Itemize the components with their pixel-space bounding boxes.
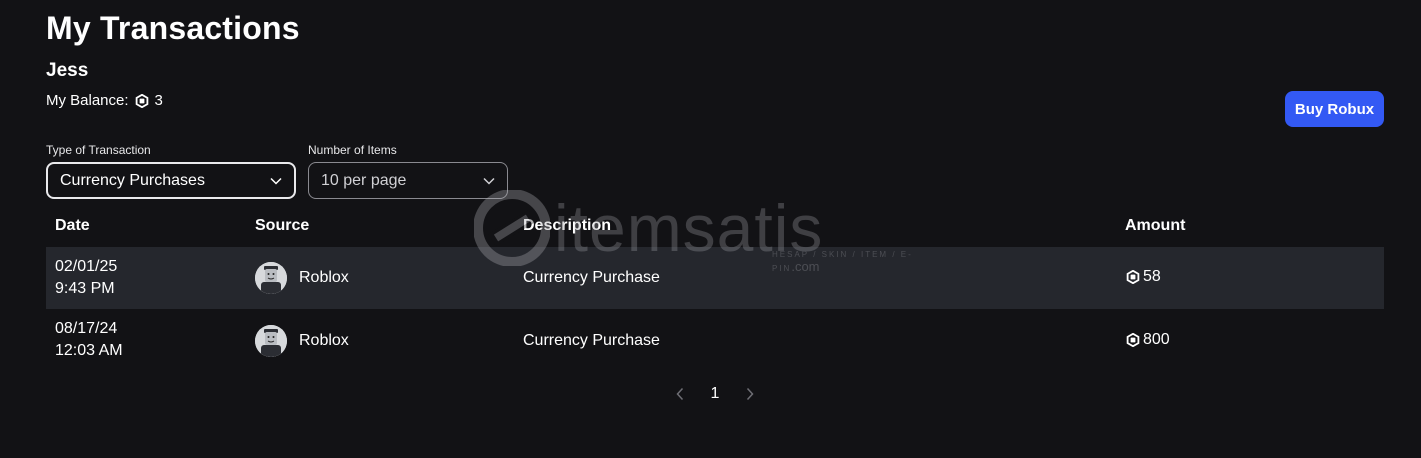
- time-text: 9:43 PM: [55, 280, 115, 297]
- amount-value: 800: [1143, 331, 1170, 348]
- date-text: 08/17/24: [55, 320, 118, 337]
- transactions-page: My Transactions Jess My Balance: 3 Buy R…: [0, 0, 1421, 458]
- avatar-figure-icon: [255, 262, 287, 294]
- balance: My Balance: 3: [46, 92, 163, 109]
- robux-icon: [135, 93, 148, 108]
- chevron-left-icon[interactable]: [675, 387, 685, 401]
- chevron-down-icon: [483, 177, 495, 185]
- time-text: 12:03 AM: [55, 342, 123, 359]
- description-cell: Currency Purchase: [523, 269, 660, 286]
- chevron-right-icon[interactable]: [745, 387, 755, 401]
- amount-value: 58: [1143, 268, 1161, 285]
- current-page[interactable]: 1: [711, 385, 720, 403]
- date-text: 02/01/25: [55, 258, 118, 275]
- column-header-amount: Amount: [1125, 217, 1186, 234]
- items-count-label: Number of Items: [308, 143, 397, 157]
- transaction-type-value: Currency Purchases: [60, 171, 205, 189]
- column-header-date: Date: [55, 217, 90, 234]
- date-cell: 08/17/24 12:03 AM: [55, 318, 123, 362]
- robux-icon: [1126, 270, 1140, 284]
- balance-value: 3: [154, 92, 163, 109]
- table-row: 08/17/24 12:03 AM Roblox Currency Purcha…: [46, 309, 1384, 371]
- chevron-down-icon: [270, 177, 282, 185]
- robux-icon: [1126, 333, 1140, 347]
- source-name[interactable]: Roblox: [299, 332, 349, 350]
- description-cell: Currency Purchase: [523, 332, 660, 349]
- balance-label: My Balance:: [46, 92, 129, 109]
- avatar[interactable]: [255, 325, 287, 357]
- username: Jess: [46, 60, 89, 81]
- amount-cell: 58: [1126, 268, 1161, 286]
- transaction-type-label: Type of Transaction: [46, 143, 151, 157]
- pagination: 1: [675, 383, 755, 405]
- source-name[interactable]: Roblox: [299, 269, 349, 287]
- transaction-type-select[interactable]: Currency Purchases: [46, 162, 296, 199]
- avatar-figure-icon: [255, 325, 287, 357]
- page-title: My Transactions: [46, 10, 300, 46]
- source-cell: Roblox: [255, 262, 349, 294]
- source-cell: Roblox: [255, 325, 349, 357]
- table-row: 02/01/25 9:43 PM Roblox Currency Purchas…: [46, 247, 1384, 309]
- items-count-select[interactable]: 10 per page: [308, 162, 508, 199]
- column-header-description: Description: [523, 217, 612, 234]
- table-header: Date Source Description Amount: [46, 217, 1384, 237]
- buy-robux-button[interactable]: Buy Robux: [1285, 91, 1384, 127]
- date-cell: 02/01/25 9:43 PM: [55, 256, 117, 300]
- amount-cell: 800: [1126, 331, 1170, 349]
- column-header-source: Source: [255, 217, 310, 234]
- items-count-value: 10 per page: [321, 171, 407, 189]
- avatar[interactable]: [255, 262, 287, 294]
